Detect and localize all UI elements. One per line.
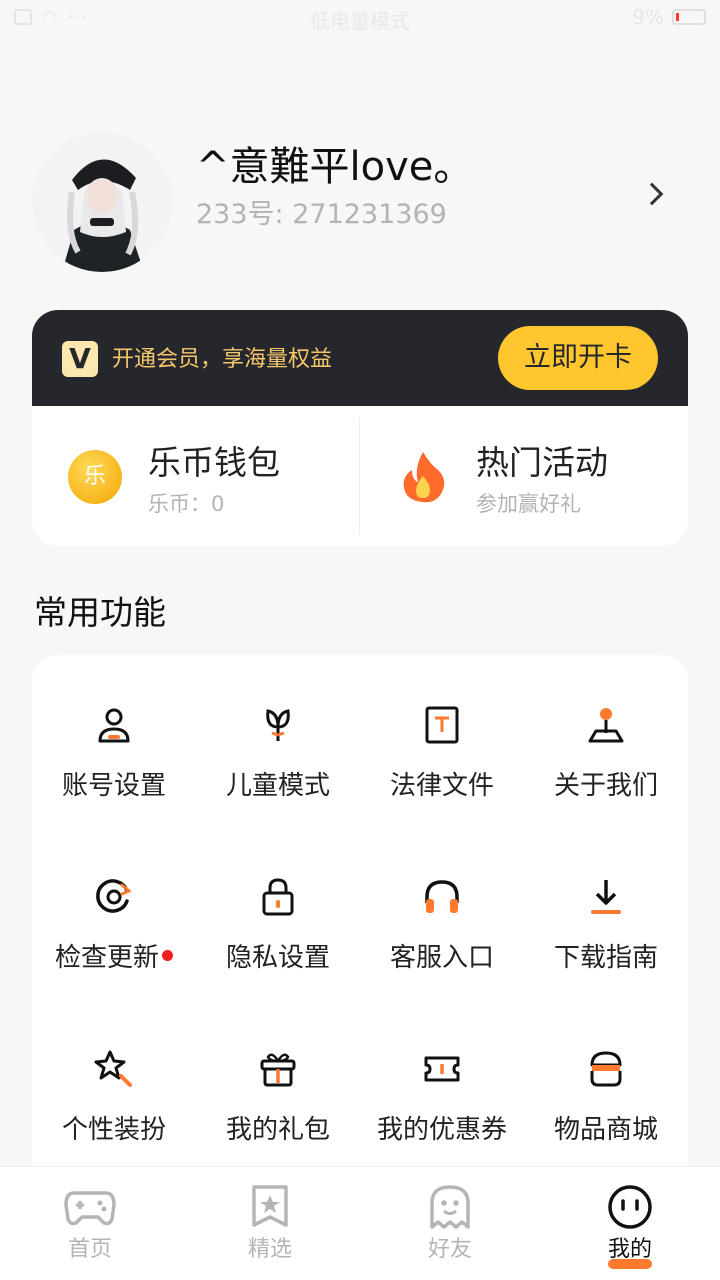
feature-label-text: 检查更新 [54,943,159,973]
feature-personal-dressup[interactable]: 个性装扮 [32,999,196,1171]
feature-label: 检查更新 [32,937,196,974]
tab-label: 精选 [247,1237,292,1262]
wallet-entry[interactable]: 乐 乐币钱包 乐币：0 [32,406,360,546]
fire-icon [403,452,445,503]
feature-label: 物品商城 [553,1115,658,1145]
open-membership-button[interactable]: 立即开卡 [498,326,658,390]
user-id: 233号: 271231369 [196,199,447,230]
feature-privacy-settings[interactable]: 隐私设置 [196,827,360,999]
download-icon [591,880,621,914]
location-pin-icon [588,708,624,743]
vip-banner[interactable]: V 开通会员，享海量权益 立即开卡 [32,310,688,406]
wallet-title: 乐币钱包 [148,443,280,482]
update-badge-dot [162,950,173,961]
feature-grid: 账号设置 儿童模式 法律文件 关于我们 检查更新 隐私设置 客服入口 下载指南 … [32,655,688,1215]
feature-my-gifts[interactable]: 我的礼包 [196,999,360,1171]
membership-card: V 开通会员，享海量权益 立即开卡 乐 乐币钱包 乐币：0 热门活动 参加赢好礼 [32,310,688,546]
feature-label: 客服入口 [389,943,494,973]
avatar-image [32,132,172,272]
feature-account-settings[interactable]: 账号设置 [32,655,196,827]
activities-entry[interactable]: 热门活动 参加赢好礼 [360,406,688,546]
battery-icon [672,9,706,25]
headset-icon [425,880,459,913]
feature-legal-docs[interactable]: 法律文件 [360,655,524,827]
wallet-balance: 乐币：0 [148,492,225,516]
bottom-tab-bar: 首页 精选 好友 我的 [0,1166,720,1280]
username: ^意難平love。 [196,144,474,190]
activities-title: 热门活动 [476,443,608,482]
feature-kids-mode[interactable]: 儿童模式 [196,655,360,827]
feature-customer-service[interactable]: 客服入口 [360,827,524,999]
tab-friends[interactable]: 好友 [360,1167,540,1280]
gift-icon [260,1053,296,1087]
user-icon [98,708,130,743]
section-title: 常用功能 [34,593,166,632]
feature-label: 我的优惠券 [376,1115,507,1145]
tab-label: 好友 [427,1237,472,1262]
sprout-icon [266,709,290,741]
feature-label: 下载指南 [553,943,658,973]
face-icon [608,1185,652,1229]
feature-item-store[interactable]: 物品商城 [524,999,688,1171]
feature-label: 账号设置 [61,771,166,801]
magic-wand-icon [94,1050,132,1087]
feature-label: 我的礼包 [225,1115,330,1145]
feature-label: 儿童模式 [225,771,330,801]
feature-check-update[interactable]: 检查更新 [32,827,196,999]
refresh-icon [96,879,132,913]
status-bar: ◠ ··· 低电量模式 9% [0,0,720,34]
vip-logo-icon: V [62,341,98,377]
tab-home[interactable]: 首页 [0,1167,180,1280]
feature-download-guide[interactable]: 下载指南 [524,827,688,999]
feature-label: 个性装扮 [61,1115,166,1145]
coin-icon: 乐 [68,450,122,504]
tab-featured[interactable]: 精选 [180,1167,360,1280]
chevron-right-icon[interactable] [640,182,664,206]
ghost-icon [430,1185,470,1229]
document-icon [425,706,459,744]
feature-about-us[interactable]: 关于我们 [524,655,688,827]
feature-label: 关于我们 [553,771,658,801]
tab-label: 我的 [607,1237,652,1262]
tab-mine[interactable]: 我的 [540,1167,720,1280]
store-icon [590,1051,622,1087]
low-power-mode-label: 低电量模式 [310,9,410,33]
lock-icon [262,878,294,916]
feature-my-coupons[interactable]: 我的优惠券 [360,999,524,1171]
star-bookmark-icon [252,1185,288,1227]
tab-label: 首页 [67,1237,112,1262]
profile-header[interactable]: ^意難平love。 233号: 271231369 [32,128,688,272]
feature-label: 隐私设置 [225,943,330,973]
avatar[interactable] [32,132,172,272]
activities-subtitle: 参加赢好礼 [476,492,581,516]
feature-label: 法律文件 [389,771,494,801]
gamepad-icon [64,1191,116,1226]
coupon-icon [424,1056,460,1082]
vip-promo-text: 开通会员，享海量权益 [112,347,333,372]
